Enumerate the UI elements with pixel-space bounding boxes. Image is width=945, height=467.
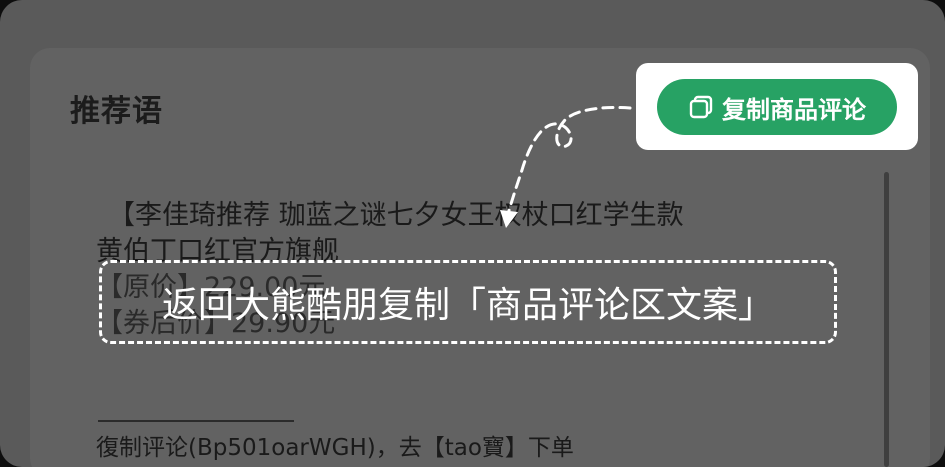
screen-frame: 推荐语 【李佳琦推荐 珈蓝之谜七夕女王权杖口红学生款 黄伯丁口红官方旗舰 【原价… bbox=[0, 0, 945, 467]
scrollbar[interactable] bbox=[884, 172, 889, 467]
instruction-banner-text: 返回大熊酷朋复制「商品评论区文案」 bbox=[161, 285, 774, 326]
copy-comment-button-label: 复制商品评论 bbox=[722, 95, 866, 124]
copy-instruction-text: 復制评论(Bp501oarWGH)，去【tao寶】下单 bbox=[96, 435, 574, 461]
copy-icon bbox=[688, 94, 714, 120]
copy-comment-button[interactable]: 复制商品评论 bbox=[657, 79, 897, 135]
recommendation-line: 【李佳琦推荐 珈蓝之谜七夕女王权杖口红学生款 bbox=[108, 200, 684, 231]
card-title: 推荐语 bbox=[70, 94, 163, 129]
instruction-banner: 返回大熊酷朋复制「商品评论区文案」 bbox=[99, 260, 837, 344]
callout-box: 复制商品评论 bbox=[636, 63, 918, 150]
divider bbox=[98, 420, 294, 422]
